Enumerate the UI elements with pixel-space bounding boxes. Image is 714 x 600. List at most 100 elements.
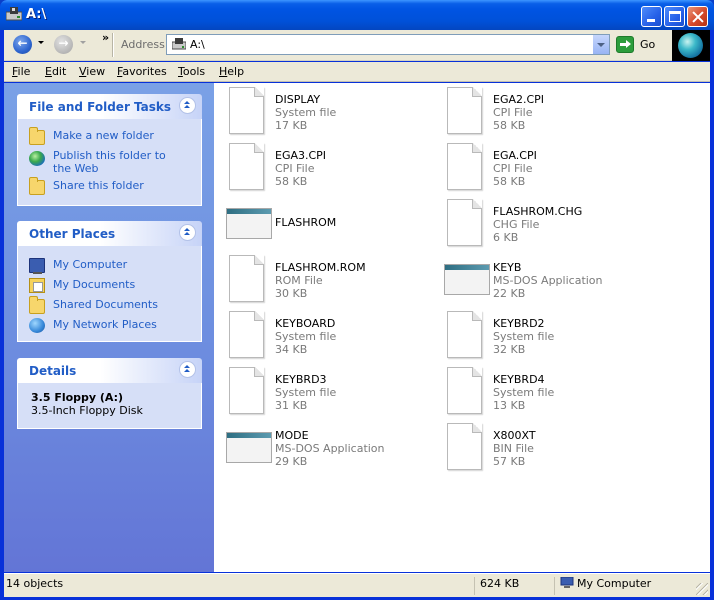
file-size: 34 KB xyxy=(275,343,308,356)
menu-tools[interactable]: Tools xyxy=(178,65,205,78)
file-item[interactable]: KEYBOARD System file 34 KB xyxy=(218,309,438,361)
file-type: MS-DOS Application xyxy=(493,274,603,287)
file-icon xyxy=(226,255,264,303)
file-item[interactable]: FLASHROM xyxy=(218,197,438,249)
place-shared-documents[interactable]: Shared Documents xyxy=(18,296,158,314)
menu-view[interactable]: View xyxy=(79,65,105,78)
details-panel: Details 3.5 Floppy (A:) 3.5-Inch Floppy … xyxy=(17,358,202,429)
file-icon xyxy=(226,311,264,359)
file-size: 17 KB xyxy=(275,119,308,132)
address-input[interactable]: A:\ xyxy=(190,38,205,51)
menu-edit[interactable]: Edit xyxy=(45,65,66,78)
new-folder-icon xyxy=(29,127,45,145)
file-item[interactable]: MODE MS-DOS Application 29 KB xyxy=(218,421,438,473)
file-size: 22 KB xyxy=(493,287,526,300)
menu-file[interactable]: File xyxy=(12,65,30,78)
toolbar: ← → » Address A:\ Go xyxy=(4,30,710,61)
resize-grip[interactable] xyxy=(696,583,708,595)
place-my-documents[interactable]: My Documents xyxy=(18,278,135,293)
file-type: System file xyxy=(493,386,555,399)
file-name: FLASHROM xyxy=(275,216,337,229)
toolbar-separator xyxy=(112,33,114,57)
collapse-button[interactable] xyxy=(179,97,196,114)
place-my-computer[interactable]: My Computer xyxy=(18,258,127,274)
file-item[interactable]: X800XT BIN File 57 KB xyxy=(436,421,656,473)
file-folder-tasks-header[interactable]: File and Folder Tasks xyxy=(17,94,202,119)
address-bar[interactable]: A:\ xyxy=(166,34,610,55)
close-button[interactable] xyxy=(687,6,708,27)
task-share-folder[interactable]: Share this folder xyxy=(18,177,144,195)
my-documents-icon xyxy=(29,278,45,293)
collapse-chevron-icon xyxy=(184,101,190,104)
file-size: 58 KB xyxy=(493,175,526,188)
chevron-down-icon xyxy=(597,43,605,47)
my-computer-icon xyxy=(29,258,45,274)
application-icon xyxy=(444,255,490,303)
status-divider xyxy=(554,577,555,595)
minimize-icon xyxy=(647,19,655,22)
task-publish-to-web[interactable]: Publish this folder to the Web xyxy=(18,149,168,175)
details-name: 3.5 Floppy (A:) xyxy=(31,391,124,404)
details-header[interactable]: Details xyxy=(17,358,202,383)
file-item[interactable]: KEYBRD4 System file 13 KB xyxy=(436,365,656,417)
back-button[interactable]: ← xyxy=(13,35,32,54)
file-type: System file xyxy=(493,330,555,343)
details-description: 3.5-Inch Floppy Disk xyxy=(31,404,143,417)
file-item[interactable]: EGA3.CPI CPI File 58 KB xyxy=(218,141,438,193)
file-name: KEYBOARD xyxy=(275,317,336,330)
toolbar-overflow-chevron[interactable]: » xyxy=(102,31,109,44)
file-type: ROM File xyxy=(275,274,323,287)
collapse-chevron-icon xyxy=(184,228,190,231)
file-size: 30 KB xyxy=(275,287,308,300)
network-places-icon xyxy=(29,318,45,333)
menu-help[interactable]: Help xyxy=(219,65,244,78)
share-folder-icon xyxy=(29,177,45,195)
file-item[interactable]: KEYB MS-DOS Application 22 KB xyxy=(436,253,656,305)
forward-arrow-icon: → xyxy=(58,36,69,50)
file-size: 57 KB xyxy=(493,455,526,468)
file-type: System file xyxy=(275,386,337,399)
floppy-drive-icon xyxy=(172,38,186,50)
maximize-button[interactable] xyxy=(664,6,685,27)
file-item[interactable]: EGA.CPI CPI File 58 KB xyxy=(436,141,656,193)
file-folder-tasks-panel: File and Folder Tasks Make a new folder … xyxy=(17,94,202,206)
file-item[interactable]: DISPLAY System file 17 KB xyxy=(218,85,438,137)
other-places-header[interactable]: Other Places xyxy=(17,221,202,246)
status-bar: 14 objects 624 KB My Computer xyxy=(4,573,710,597)
file-name: EGA3.CPI xyxy=(275,149,327,162)
status-location: My Computer xyxy=(577,577,652,590)
menu-favorites[interactable]: Favorites xyxy=(117,65,167,78)
file-item[interactable]: FLASHROM.ROM ROM File 30 KB xyxy=(218,253,438,305)
title-bar[interactable]: A:\ xyxy=(0,0,714,30)
windows-throbber xyxy=(672,30,710,61)
file-icon xyxy=(226,87,264,135)
back-arrow-icon: ← xyxy=(17,36,28,50)
menu-bar: File Edit View Favorites Tools Help xyxy=(4,62,710,82)
forward-button[interactable]: → xyxy=(54,35,73,54)
file-name: EGA2.CPI xyxy=(493,93,545,106)
back-dropdown-icon[interactable] xyxy=(38,41,44,44)
address-dropdown-button[interactable] xyxy=(592,35,609,54)
place-my-network-places[interactable]: My Network Places xyxy=(18,318,157,333)
minimize-button[interactable] xyxy=(641,6,662,27)
file-item[interactable]: FLASHROM.CHG CHG File 6 KB xyxy=(436,197,656,249)
file-icon xyxy=(444,143,482,191)
file-item[interactable]: KEYBRD3 System file 31 KB xyxy=(218,365,438,417)
file-icon xyxy=(444,87,482,135)
status-total-size: 624 KB xyxy=(480,577,520,590)
panel-title: File and Folder Tasks xyxy=(29,100,172,114)
publish-web-icon xyxy=(29,151,45,166)
application-icon xyxy=(226,423,272,471)
file-size: 29 KB xyxy=(275,455,308,468)
file-list-view: DISPLAY System file 17 KB EGA2.CPI CPI F… xyxy=(214,83,710,572)
file-size: 13 KB xyxy=(493,399,526,412)
task-make-new-folder[interactable]: Make a new folder xyxy=(18,127,154,145)
go-button[interactable]: Go xyxy=(616,36,668,54)
forward-dropdown-icon[interactable] xyxy=(80,41,86,44)
file-name: KEYBRD2 xyxy=(493,317,545,330)
file-item[interactable]: EGA2.CPI CPI File 58 KB xyxy=(436,85,656,137)
floppy-drive-icon xyxy=(6,7,22,21)
file-item[interactable]: KEYBRD2 System file 32 KB xyxy=(436,309,656,361)
collapse-button[interactable] xyxy=(179,224,196,241)
collapse-button[interactable] xyxy=(179,361,196,378)
